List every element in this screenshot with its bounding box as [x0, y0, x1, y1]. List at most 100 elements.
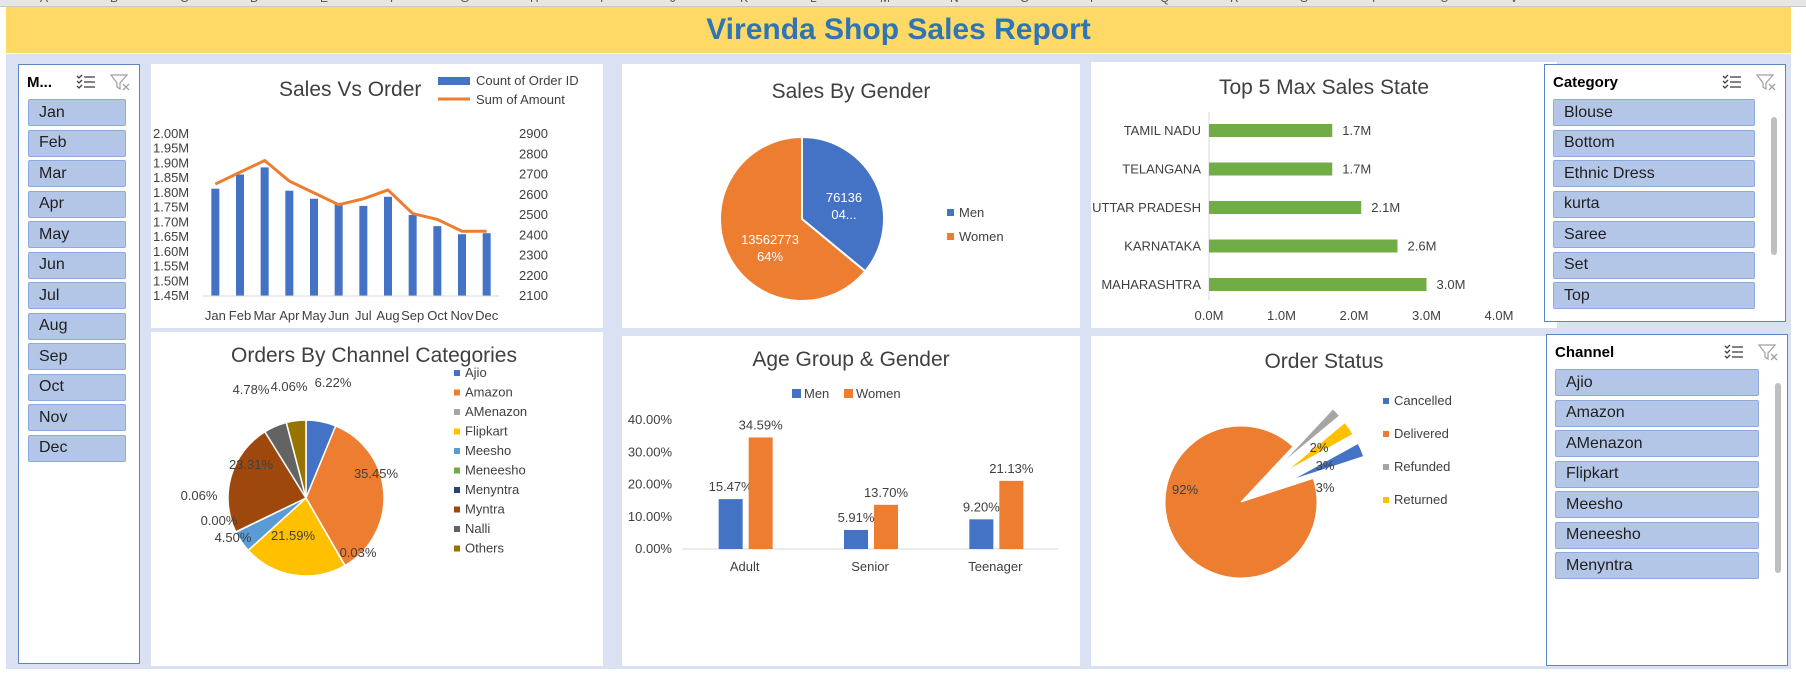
slicer-item-jan[interactable]: Jan	[28, 99, 126, 126]
slicer-item-bottom[interactable]: Bottom	[1553, 129, 1755, 157]
state-label: UTTAR PRADESH	[1092, 200, 1201, 215]
left-axis-tick: 1.65M	[153, 229, 189, 244]
legend-label: Cancelled	[1394, 393, 1452, 408]
category-slicer[interactable]: Category Blouse Bottom Ethnic Dress kurta Sar…	[1544, 64, 1786, 322]
state-value-label: 1.7M	[1342, 162, 1371, 177]
y-axis-tick: 20.00%	[628, 477, 673, 492]
slicer-item-mar[interactable]: Mar	[28, 160, 126, 187]
gender-slice-label: 04...	[831, 207, 856, 222]
slicer-scrollbar[interactable]	[1775, 383, 1781, 573]
right-axis-tick: 2100	[519, 288, 548, 303]
legend-swatch	[844, 389, 853, 398]
slicer-item-blouse[interactable]: Blouse	[1553, 99, 1755, 126]
multi-select-icon[interactable]	[1723, 342, 1745, 362]
legend-label: Returned	[1394, 492, 1447, 507]
slicer-item-sep[interactable]: Sep	[28, 343, 126, 370]
x-axis-tick: Apr	[279, 308, 300, 323]
left-axis-tick: 1.60M	[153, 244, 189, 259]
order-count-bar	[359, 205, 368, 296]
slicer-item-top[interactable]: Top	[1553, 282, 1755, 309]
slicer-item-dec[interactable]: Dec	[28, 434, 126, 462]
x-axis-tick: 0.0M	[1195, 308, 1224, 323]
multi-select-icon-wrap[interactable]	[1721, 72, 1743, 92]
legend-label: Men	[959, 205, 984, 220]
clear-filter-icon-wrap[interactable]	[1755, 72, 1777, 92]
x-axis-tick: 1.0M	[1267, 308, 1296, 323]
right-axis-tick: 2300	[519, 248, 548, 263]
column-letter: N	[950, 0, 959, 5]
legend-label-amount: Sum of Amount	[476, 92, 565, 107]
legend-label: Flipkart	[465, 424, 508, 439]
slicer-item-jun[interactable]: Jun	[28, 251, 126, 279]
column-letter: B	[110, 0, 118, 5]
state-value-label: 3.0M	[1437, 277, 1466, 292]
left-axis-tick: 2.00M	[153, 126, 189, 141]
clear-filter-icon[interactable]	[1755, 72, 1777, 92]
x-axis-tick: Dec	[475, 308, 499, 323]
x-axis-tick: Adult	[730, 559, 760, 574]
slicer-item-ajio[interactable]: Ajio	[1555, 369, 1759, 396]
legend-label: Women	[959, 229, 1004, 244]
age-bar-value-label: 9.20%	[963, 499, 1000, 514]
slicer-item-saree[interactable]: Saree	[1553, 221, 1755, 248]
column-letter: T	[1370, 0, 1377, 5]
order-count-bar	[334, 202, 343, 296]
left-axis-tick: 1.50M	[153, 273, 189, 288]
slicer-item-nov[interactable]: Nov	[28, 404, 126, 431]
x-axis-tick: Feb	[229, 308, 251, 323]
age-group-gender-chart: Age Group & Gender 0.00% 10.00% 20.00% 30.0…	[622, 336, 1080, 666]
left-axis-tick: 1.55M	[153, 259, 189, 274]
slicer-item-ethnic-dress[interactable]: Ethnic Dress	[1553, 160, 1755, 187]
clear-filter-icon[interactable]	[109, 72, 131, 92]
y-axis-tick: 10.00%	[628, 509, 673, 524]
left-axis-tick: 1.80M	[153, 185, 189, 200]
slicer-item-feb[interactable]: Feb	[28, 129, 126, 157]
order-count-bar	[384, 196, 392, 296]
x-axis-tick: May	[302, 308, 327, 323]
gender-slice-label: 76136	[826, 190, 862, 205]
column-letter: S	[1300, 0, 1308, 5]
top5-state-plot: TAMIL NADU 1.7M TELANGANA 1.7M UTTAR PRADESH…	[1092, 112, 1513, 323]
slicer-item-meneesho[interactable]: Meneesho	[1555, 521, 1759, 549]
channel-value-label: 35.45%	[354, 466, 399, 481]
column-letter: O	[1020, 0, 1029, 5]
multi-select-icon-wrap[interactable]	[75, 72, 97, 92]
amount-line	[214, 158, 487, 233]
slicer-item-set[interactable]: Set	[1553, 251, 1755, 279]
legend-label: Myntra	[465, 502, 506, 517]
x-axis-tick: Jan	[205, 308, 226, 323]
slicer-item-amenazon[interactable]: AMenazon	[1555, 430, 1759, 457]
legend-swatch	[454, 506, 460, 513]
slicer-item-jul[interactable]: Jul	[28, 282, 126, 309]
slicer-title: Category	[1553, 73, 1619, 91]
month-slicer[interactable]: M... Jan Feb Mar Apr May Jun Jul Aug Sep Oct Nov Dec	[18, 64, 140, 664]
gender-slice-label: 13562773	[741, 232, 799, 247]
slicer-item-apr[interactable]: Apr	[28, 190, 126, 218]
slicer-item-may[interactable]: May	[28, 221, 126, 248]
slicer-item-kurta[interactable]: kurta	[1553, 190, 1755, 218]
age-bar-women	[748, 437, 773, 549]
slicer-item-flipkart[interactable]: Flipkart	[1555, 460, 1759, 488]
legend-label: Meneesho	[465, 463, 526, 478]
channel-slicer[interactable]: Channel Ajio Amazon AMenazon Flipkart Meesho M…	[1546, 334, 1788, 666]
slicer-item-aug[interactable]: Aug	[28, 312, 126, 340]
x-axis-tick: Nov	[450, 308, 474, 323]
left-axis-tick: 1.75M	[153, 200, 189, 215]
order-count-bar	[260, 167, 269, 296]
clear-filter-icon-wrap[interactable]	[109, 72, 131, 92]
legend-label: Refunded	[1394, 459, 1450, 474]
slicer-scrollbar[interactable]	[1771, 117, 1777, 255]
slicer-item-oct[interactable]: Oct	[28, 373, 126, 401]
multi-select-icon-wrap[interactable]	[1723, 342, 1745, 362]
slicer-item-amazon[interactable]: Amazon	[1555, 399, 1759, 427]
clear-filter-icon-wrap[interactable]	[1757, 342, 1779, 362]
legend-swatch	[1383, 464, 1389, 470]
multi-select-icon[interactable]	[75, 72, 97, 92]
channel-value-label: 4.78%	[233, 382, 270, 397]
slicer-item-meesho[interactable]: Meesho	[1555, 491, 1759, 518]
slicer-item-menyntra[interactable]: Menyntra	[1555, 552, 1759, 579]
multi-select-icon[interactable]	[1721, 72, 1743, 92]
gender-slice-label: 64%	[757, 249, 783, 264]
clear-filter-icon[interactable]	[1757, 342, 1779, 362]
column-letter: V	[1510, 0, 1518, 5]
